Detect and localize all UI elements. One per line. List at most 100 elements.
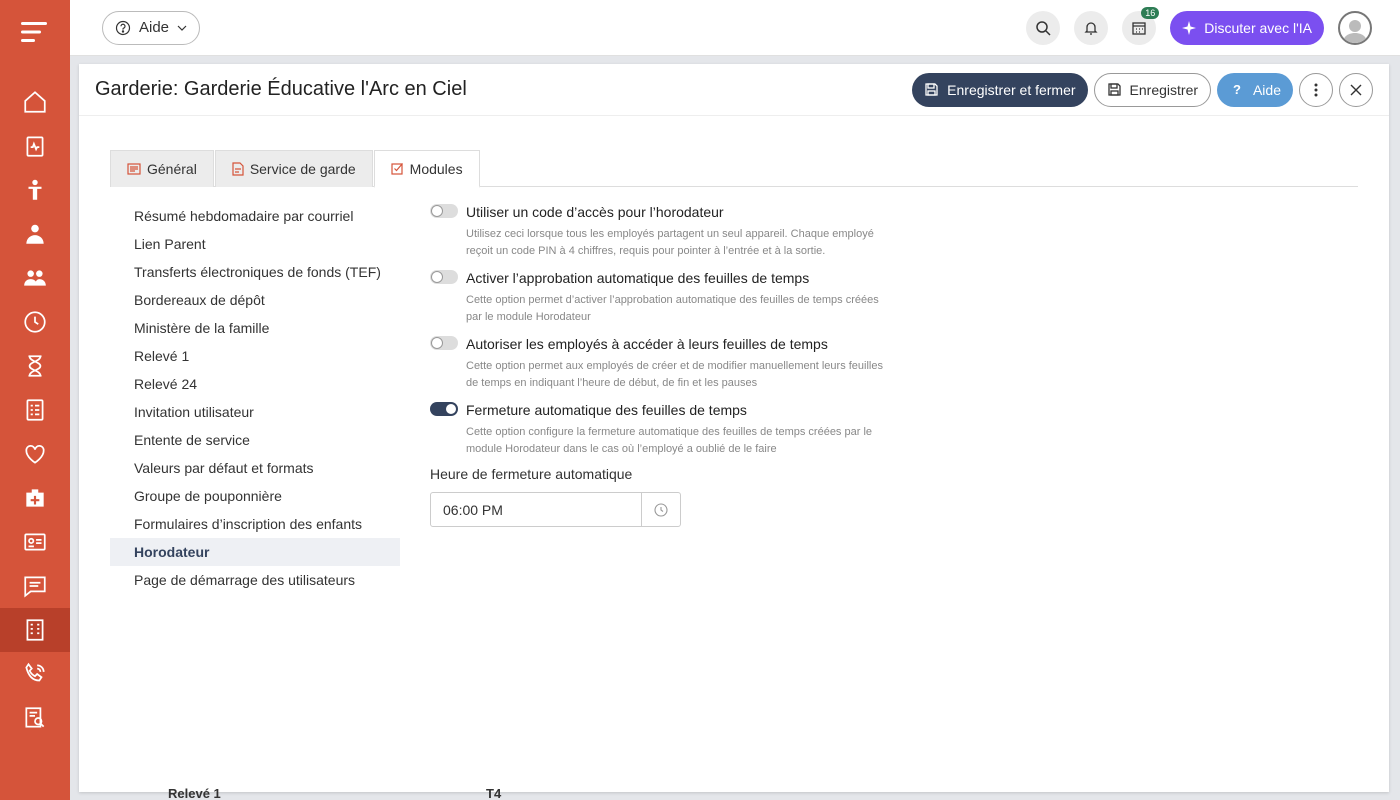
document-icon	[127, 163, 141, 175]
save-icon	[925, 83, 938, 96]
menu-item[interactable]: Page de démarrage des utilisateurs	[110, 566, 400, 594]
tab-modules-label: Modules	[409, 160, 463, 177]
sparkle-icon	[1182, 20, 1197, 35]
time-picker-button[interactable]	[641, 493, 680, 526]
group-icon[interactable]	[0, 256, 70, 300]
save-and-close-label: Enregistrer et fermer	[947, 81, 1076, 98]
tab-bar: Général Service de garde Modules	[110, 150, 1358, 188]
heart-icon[interactable]	[0, 432, 70, 476]
access-code-toggle[interactable]	[430, 204, 458, 218]
file-icon	[232, 162, 244, 176]
option-description: Cette option permet d’activer l’approbat…	[466, 294, 879, 323]
user-icon	[1343, 19, 1367, 43]
tab-service-de-garde-label: Service de garde	[249, 161, 356, 177]
menu-item[interactable]: Relevé 24	[110, 370, 400, 398]
topbar: Aide 16 Discuter avec l'IA	[70, 0, 1400, 56]
clipboard-pulse-icon[interactable]	[0, 124, 70, 168]
child-icon[interactable]	[0, 168, 70, 212]
auto-close-time-label: Heure de fermeture automatique	[430, 466, 633, 482]
notification-badge: 16	[1141, 6, 1160, 19]
staff-icon[interactable]	[0, 212, 70, 256]
home-icon[interactable]	[0, 80, 70, 124]
horodateur-settings: Utiliser un code d’accès pour l’horodate…	[430, 202, 890, 527]
tab-modules[interactable]: Modules	[373, 150, 480, 188]
clock-icon[interactable]	[0, 300, 70, 344]
hourglass-icon[interactable]	[0, 344, 70, 388]
help-button[interactable]: ? Aide	[1217, 72, 1293, 107]
menu-item[interactable]: Bordereaux de dépôt	[110, 286, 400, 314]
save-and-close-button[interactable]: Enregistrer et fermer	[912, 72, 1088, 107]
message-icon[interactable]	[0, 564, 70, 608]
auto-close-toggle[interactable]	[430, 402, 458, 416]
menu-item[interactable]: Résumé hebdomadaire par courriel	[110, 202, 400, 230]
option-auto-approval: Activer l’approbation automatique des fe…	[430, 268, 890, 326]
main-panel: Garderie: Garderie Éducative l'Arc en Ci…	[79, 64, 1389, 792]
help-label: Aide	[139, 19, 170, 36]
report-icon[interactable]	[0, 696, 70, 740]
building-icon[interactable]	[0, 608, 70, 652]
menu-item[interactable]: Formulaires d’inscription des enfants	[110, 510, 400, 538]
save-label: Enregistrer	[1129, 81, 1199, 98]
calendar-button[interactable]: 16	[1122, 6, 1160, 45]
employee-access-toggle[interactable]	[430, 336, 458, 350]
calendar-icon	[1132, 21, 1146, 35]
question-circle-icon	[115, 20, 131, 35]
menu-item[interactable]: Transferts électroniques de fonds (TEF)	[110, 258, 400, 286]
option-description: Cette option configure la fermeture auto…	[466, 426, 873, 455]
scrollbar[interactable]	[1392, 66, 1398, 790]
checkbox-icon	[391, 163, 403, 175]
option-description: Utilisez ceci lorsque tous les employés …	[466, 228, 874, 257]
module-menu: Résumé hebdomadaire par courriel Lien Pa…	[110, 202, 400, 594]
page-title: Garderie: Garderie Éducative l'Arc en Ci…	[95, 78, 467, 100]
option-title: Fermeture automatique des feuilles de te…	[466, 402, 747, 418]
notifications-button[interactable]	[1074, 10, 1109, 45]
auto-approval-toggle[interactable]	[430, 270, 458, 284]
option-access-code: Utiliser un code d’accès pour l’horodate…	[430, 202, 890, 260]
more-options-button[interactable]	[1299, 72, 1333, 107]
close-button[interactable]	[1339, 72, 1373, 107]
id-card-icon[interactable]	[0, 520, 70, 564]
panel-header: Garderie: Garderie Éducative l'Arc en Ci…	[79, 64, 1389, 116]
ai-chat-button[interactable]: Discuter avec l'IA	[1170, 10, 1324, 45]
medical-kit-icon[interactable]	[0, 476, 70, 520]
background-card-label: T4	[486, 786, 502, 800]
menu-item-horodateur[interactable]: Horodateur	[110, 538, 400, 566]
menu-item[interactable]: Entente de service	[110, 426, 400, 454]
tab-service-de-garde[interactable]: Service de garde	[214, 150, 373, 187]
option-title: Utiliser un code d’accès pour l’horodate…	[466, 204, 724, 220]
save-button[interactable]: Enregistrer	[1093, 72, 1212, 107]
tab-general[interactable]: Général	[110, 150, 214, 187]
tab-general-label: Général	[147, 161, 197, 177]
menu-item[interactable]: Valeurs par défaut et formats	[110, 454, 400, 482]
help-dropdown[interactable]: Aide	[102, 10, 201, 45]
background-card-label: Relevé 1	[168, 786, 221, 800]
ai-chat-label: Discuter avec l'IA	[1204, 19, 1312, 36]
user-avatar[interactable]	[1338, 10, 1372, 45]
menu-item[interactable]: Relevé 1	[110, 342, 400, 370]
menu-item[interactable]: Invitation utilisateur	[110, 398, 400, 426]
search-icon	[1036, 20, 1051, 36]
save-icon	[1107, 83, 1121, 96]
time-value[interactable]: 06:00 PM	[431, 493, 641, 526]
menu-toggle-icon[interactable]	[0, 0, 70, 64]
bell-icon	[1084, 21, 1098, 35]
sidebar	[0, 0, 70, 800]
checklist-icon[interactable]	[0, 388, 70, 432]
option-title: Autoriser les employés à accéder à leurs…	[466, 336, 828, 352]
kebab-icon	[1314, 83, 1318, 96]
option-description: Cette option permet aux employés de crée…	[466, 360, 883, 389]
auto-close-time-field[interactable]: 06:00 PM	[430, 492, 681, 527]
chevron-down-icon	[177, 25, 187, 31]
help-button-label: Aide	[1252, 81, 1281, 98]
option-employee-access: Autoriser les employés à accéder à leurs…	[430, 334, 890, 392]
menu-item[interactable]: Groupe de pouponnière	[110, 482, 400, 510]
question-icon: ?	[1233, 82, 1241, 97]
search-button[interactable]	[1026, 10, 1061, 45]
option-title: Activer l’approbation automatique des fe…	[466, 270, 810, 286]
menu-item[interactable]: Lien Parent	[110, 230, 400, 258]
clock-icon	[654, 502, 668, 517]
close-icon	[1350, 84, 1362, 95]
option-auto-close: Fermeture automatique des feuilles de te…	[430, 400, 890, 458]
menu-item[interactable]: Ministère de la famille	[110, 314, 400, 342]
phone-icon[interactable]	[0, 652, 70, 696]
